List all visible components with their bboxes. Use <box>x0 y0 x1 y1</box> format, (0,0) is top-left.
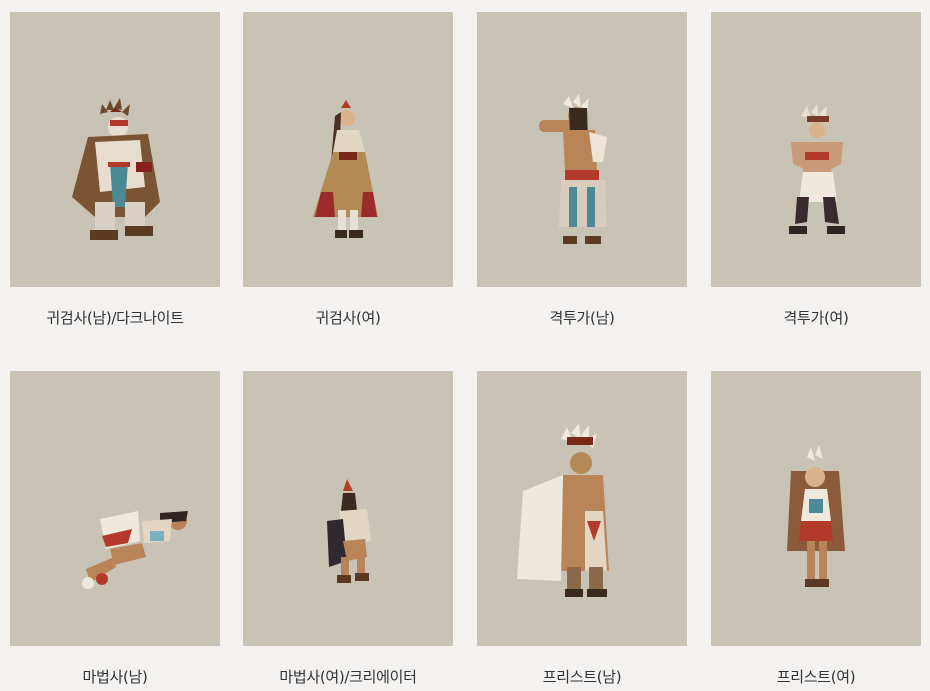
character-card[interactable]: 격투가(남) <box>477 12 687 327</box>
character-thumbnail[interactable] <box>711 371 921 646</box>
character-label[interactable]: 격투가(여) <box>711 307 921 328</box>
character-card[interactable]: 귀검사(여) <box>243 12 453 327</box>
character-sprite-icon <box>82 511 188 589</box>
character-sprite-icon <box>789 104 845 234</box>
character-label[interactable]: 마법사(남) <box>10 666 220 687</box>
character-thumbnail[interactable] <box>711 12 921 287</box>
character-label[interactable]: 프리스트(남) <box>477 666 687 687</box>
character-sprite-icon <box>517 423 609 597</box>
character-card[interactable]: 귀검사(남)/다크나이트 <box>10 12 220 327</box>
character-sprite-icon <box>327 479 371 583</box>
character-card[interactable]: 마법사(여)/크리에이터 <box>243 371 453 686</box>
character-thumbnail[interactable] <box>477 371 687 646</box>
character-thumbnail[interactable] <box>477 12 687 287</box>
character-card[interactable]: 프리스트(여) <box>711 371 921 686</box>
character-card[interactable]: 격투가(여) <box>711 12 921 327</box>
character-label[interactable]: 귀검사(남)/다크나이트 <box>10 307 220 328</box>
character-thumbnail[interactable] <box>10 12 220 287</box>
character-sprite-icon <box>787 445 845 587</box>
character-thumbnail[interactable] <box>10 371 220 646</box>
character-card[interactable]: 프리스트(남) <box>477 371 687 686</box>
character-label[interactable]: 귀검사(여) <box>243 307 453 328</box>
character-sprite-icon <box>313 100 378 238</box>
character-label[interactable]: 격투가(남) <box>477 307 687 328</box>
character-sprite-icon <box>72 98 160 240</box>
character-sprite-icon <box>539 94 607 244</box>
character-thumbnail[interactable] <box>243 371 453 646</box>
character-card[interactable]: 마법사(남) <box>10 371 220 686</box>
character-thumbnail[interactable] <box>243 12 453 287</box>
character-label[interactable]: 마법사(여)/크리에이터 <box>243 666 453 687</box>
character-label[interactable]: 프리스트(여) <box>711 666 921 687</box>
